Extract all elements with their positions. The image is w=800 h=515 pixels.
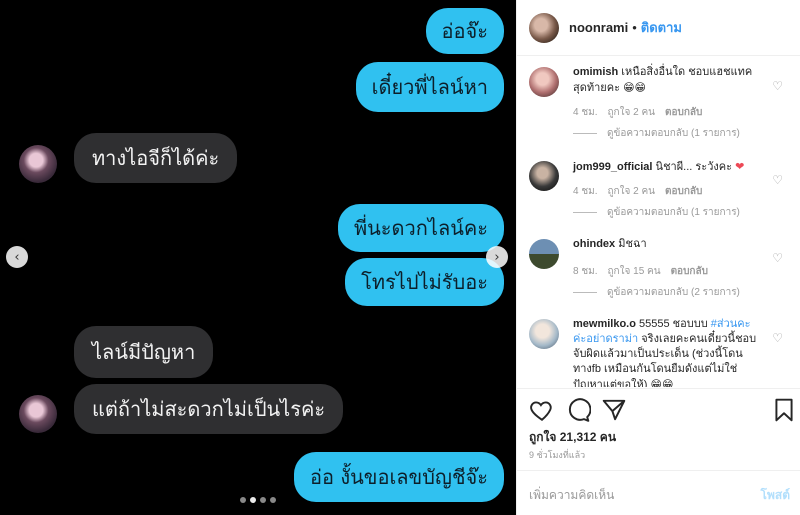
author-avatar[interactable] (529, 12, 559, 43)
view-replies-label: ดูข้อความตอบกลับ (1 รายการ) (607, 128, 740, 139)
commenter-avatar[interactable] (529, 319, 559, 349)
post-side-panel: noonrami • ติดตาม omimish เหนือสิ่งอื่นใ… (516, 0, 800, 515)
post-comment-button[interactable]: โพสต์ (761, 486, 790, 505)
emoji: 😁😁 (650, 378, 674, 387)
view-replies-label: ดูข้อความตอบกลับ (1 รายการ) (607, 207, 740, 218)
add-comment-input[interactable]: เพิ่มความคิดเห็น (529, 486, 614, 505)
carousel-dot (260, 497, 266, 503)
chat-bubble-outgoing: อ่อจ๊ะ (425, 8, 504, 54)
chat-bubble-incoming: ไลน์มีปัญหา (74, 326, 214, 378)
comment-item: omimish เหนือสิ่งอื่นใด ชอบแฮชแทคสุดท้าย… (529, 65, 791, 141)
comment-icon[interactable] (565, 397, 591, 423)
bookmark-icon[interactable] (771, 397, 797, 423)
chat-bubble-outgoing: อ่อ งั้นขอเลขบัญชีจ๊ะ (293, 452, 504, 502)
comment-likes[interactable]: ถูกใจ 2 คน (608, 184, 656, 199)
comment-text: jom999_official นิชาผี... ระวังคะ ❤ (573, 159, 763, 175)
share-icon[interactable] (601, 397, 627, 423)
commenter-avatar[interactable] (529, 67, 559, 97)
reply-button[interactable]: ตอบกลับ (671, 264, 708, 279)
commenter-username[interactable]: ohindex (573, 238, 615, 250)
post-action-bar (517, 388, 800, 430)
comment-age: 4 ชม. (573, 107, 598, 118)
chat-bubble-outgoing: พี่นะดวกไลน์คะ (337, 204, 504, 252)
red-heart-emoji: ❤ (735, 160, 745, 173)
comment-meta: 4 ชม. ถูกใจ 2 คน ตอบกลับ (573, 184, 791, 199)
chat-bubble-incoming: ทางไอจีก็ได้ค่ะ (74, 133, 238, 183)
add-comment-bar: เพิ่มความคิดเห็น โพสต์ (517, 470, 800, 515)
chat-bubble-outgoing: เดี๋ยวพี่ไลน์หา (355, 62, 504, 112)
chat-avatar (19, 395, 57, 433)
chat-avatar (19, 145, 57, 183)
carousel-indicator (240, 497, 276, 503)
author-username[interactable]: noonrami (569, 20, 628, 35)
comment-like-heart-icon[interactable]: ♡ (772, 251, 783, 265)
comments-list[interactable]: omimish เหนือสิ่งอื่นใด ชอบแฮชแทคสุดท้าย… (517, 57, 800, 387)
chat-bubble-incoming: แต่ถ้าไม่สะดวกไม่เป็นไรค่ะ (74, 384, 344, 434)
comment-content: นิชาผี... ระวังคะ (655, 161, 733, 173)
view-replies-button[interactable]: ดูข้อความตอบกลับ (2 รายการ) (573, 285, 791, 300)
comment-item: jom999_official นิชาผี... ระวังคะ ❤ 4 ชม… (529, 159, 791, 220)
emoji: 😁😁 (623, 81, 646, 94)
commenter-username[interactable]: omimish (573, 66, 618, 78)
post-media: อ่อจ๊ะ เดี๋ยวพี่ไลน์หา ทางไอจีก็ได้ค่ะ พ… (0, 0, 516, 515)
carousel-dot-active (250, 497, 256, 503)
comment-text: omimish เหนือสิ่งอื่นใด ชอบแฮชแทคสุดท้าย… (573, 65, 763, 96)
replies-line (573, 292, 597, 293)
comment-content: มิชฉา (618, 238, 647, 250)
header-separator: • (632, 20, 637, 35)
replies-line (573, 133, 597, 134)
commenter-username[interactable]: mewmilko.o (573, 318, 636, 330)
comment-text: mewmilko.o 55555 ชอบบบ #ส่วนคะค่ะอย่าดรา… (573, 317, 763, 387)
commenter-avatar[interactable] (529, 239, 559, 269)
heart-icon[interactable] (529, 397, 555, 423)
reply-button[interactable]: ตอบกลับ (665, 105, 702, 120)
previous-arrow-icon[interactable]: ‹ (6, 246, 28, 268)
replies-line (573, 212, 597, 213)
comment-like-heart-icon[interactable]: ♡ (772, 173, 783, 187)
comment-likes[interactable]: ถูกใจ 15 คน (608, 264, 661, 279)
post-header: noonrami • ติดตาม (517, 0, 800, 56)
reply-button[interactable]: ตอบกลับ (665, 184, 702, 199)
follow-button[interactable]: ติดตาม (641, 17, 682, 38)
carousel-dot (240, 497, 246, 503)
comment-like-heart-icon[interactable]: ♡ (772, 331, 783, 345)
comment-text: ohindex มิชฉา (573, 237, 763, 252)
carousel-dot (270, 497, 276, 503)
post-timestamp: 9 ชั่วโมงที่แล้ว (529, 450, 586, 460)
view-replies-button[interactable]: ดูข้อความตอบกลับ (1 รายการ) (573, 205, 791, 220)
next-arrow-icon[interactable]: › (486, 246, 508, 268)
comment-age: 8 ชม. (573, 266, 598, 277)
comment-meta: 8 ชม. ถูกใจ 15 คน ตอบกลับ (573, 264, 791, 279)
chat-bubble-outgoing: โทรไปไม่รับอะ (345, 258, 504, 306)
view-replies-button[interactable]: ดูข้อความตอบกลับ (1 รายการ) (573, 126, 791, 141)
comment-like-heart-icon[interactable]: ♡ (772, 79, 783, 93)
view-replies-label: ดูข้อความตอบกลับ (2 รายการ) (607, 287, 740, 298)
comment-item: mewmilko.o 55555 ชอบบบ #ส่วนคะค่ะอย่าดรา… (529, 317, 791, 387)
commenter-avatar[interactable] (529, 161, 559, 191)
comment-meta: 4 ชม. ถูกใจ 2 คน ตอบกลับ (573, 105, 791, 120)
comment-likes[interactable]: ถูกใจ 2 คน (608, 105, 656, 120)
comment-age: 4 ชม. (573, 186, 598, 197)
commenter-username[interactable]: jom999_official (573, 161, 652, 173)
likes-count[interactable]: ถูกใจ 21,312 คน (529, 428, 616, 447)
comment-item: ohindex มิชฉา 8 ชม. ถูกใจ 15 คน ตอบกลับ … (529, 237, 791, 300)
comment-content: 55555 ชอบบบ (639, 318, 708, 330)
